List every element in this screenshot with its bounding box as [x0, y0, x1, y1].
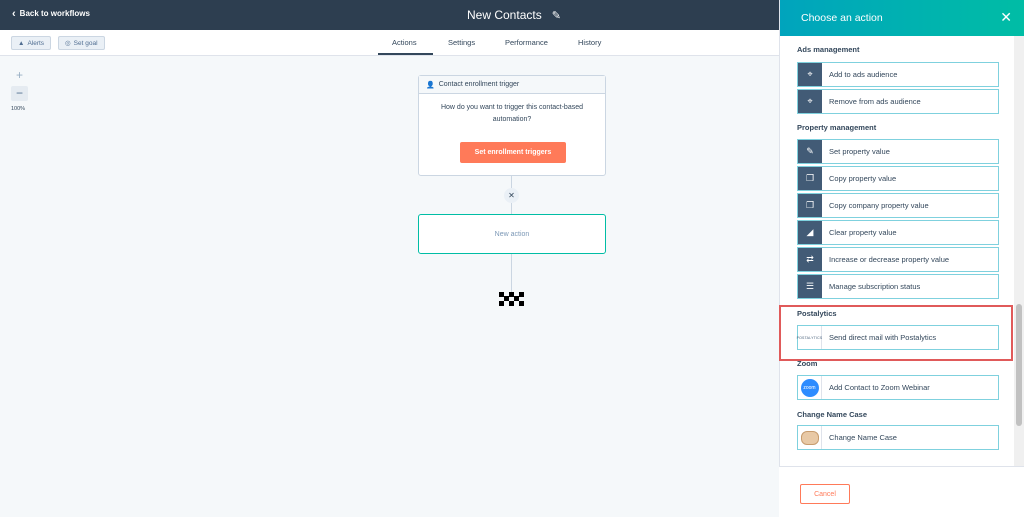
section-title-ads-management: Ads management [797, 45, 860, 54]
action-increase-decrease-property-value[interactable]: ⇄ Increase or decrease property value [797, 247, 999, 272]
delete-step-icon[interactable]: ✕ [504, 188, 519, 203]
alerts-button[interactable]: ▲ Alerts [11, 36, 52, 50]
panel-header: Choose an action ✕ [780, 0, 1024, 36]
panel-footer: Cancel [779, 466, 1024, 517]
section-title-postalytics: Postalytics [797, 309, 837, 318]
action-label: Add Contact to Zoom Webinar [829, 383, 930, 392]
edit-icon: ✎ [798, 140, 822, 163]
action-label: Copy property value [829, 174, 897, 183]
tab-settings[interactable]: Settings [448, 38, 475, 47]
new-action-card[interactable]: New action [418, 214, 606, 254]
choose-action-panel: Choose an action ✕ Ads management ⌖ Add … [779, 0, 1024, 517]
new-action-label: New action [494, 230, 530, 238]
cancel-button[interactable]: Cancel [800, 484, 850, 504]
scrollbar-thumb[interactable] [1016, 304, 1022, 426]
action-copy-company-property-value[interactable]: ❐ Copy company property value [797, 193, 999, 218]
action-label: Change Name Case [829, 433, 897, 442]
chevron-left-icon: ‹ [12, 7, 16, 20]
zoom-level: 100% [11, 106, 26, 112]
back-to-workflows-link[interactable]: ‹ Back to workflows [12, 7, 90, 20]
swap-arrows-icon: ⇄ [798, 248, 822, 271]
action-copy-property-value[interactable]: ❐ Copy property value [797, 166, 999, 191]
brain-icon [798, 426, 822, 449]
section-title-property-management: Property management [797, 123, 877, 132]
crosshair-icon: ⌖ [798, 63, 822, 86]
action-manage-subscription-status[interactable]: ☰ Manage subscription status [797, 274, 999, 299]
panel-scrollbar[interactable] [1014, 36, 1024, 466]
action-set-property-value[interactable]: ✎ Set property value [797, 139, 999, 164]
action-add-to-ads-audience[interactable]: ⌖ Add to ads audience [797, 62, 999, 87]
tab-history[interactable]: History [578, 38, 601, 47]
action-label: Set property value [829, 147, 890, 156]
list-icon: ☰ [798, 275, 822, 298]
set-enrollment-triggers-button[interactable]: Set enrollment triggers [460, 142, 566, 163]
top-bar: ‹ Back to workflows New Contacts ✎ [0, 0, 779, 30]
action-label: Send direct mail with Postalytics [829, 333, 937, 342]
zoom-logo-text: zoom [800, 378, 819, 397]
tab-performance[interactable]: Performance [505, 38, 548, 47]
contact-icon: 👤 [426, 81, 435, 89]
zoom-out-button[interactable]: − [11, 86, 28, 101]
eraser-icon: ◢ [798, 221, 822, 244]
pencil-icon[interactable]: ✎ [552, 9, 561, 22]
action-label: Increase or decrease property value [829, 255, 950, 264]
warning-icon: ▲ [18, 39, 25, 47]
section-title-zoom: Zoom [797, 359, 818, 368]
workflow-title-text: New Contacts [467, 8, 542, 22]
action-add-contact-zoom-webinar[interactable]: zoom Add Contact to Zoom Webinar [797, 375, 999, 400]
connector-line [511, 254, 512, 292]
enrollment-trigger-card[interactable]: 👤 Contact enrollment trigger How do you … [418, 75, 606, 176]
set-goal-label: Set goal [73, 39, 98, 47]
copy-icon: ❐ [798, 194, 822, 217]
action-label: Copy company property value [829, 201, 929, 210]
finish-flag-icon [499, 292, 525, 306]
target-icon: ◎ [65, 40, 71, 47]
panel-body: Ads management ⌖ Add to ads audience ⌖ R… [780, 36, 1015, 466]
zoom-in-button[interactable]: + [11, 68, 28, 83]
connector-line [511, 203, 512, 214]
workflow-title[interactable]: New Contacts ✎ [467, 8, 561, 22]
action-change-name-case[interactable]: Change Name Case [797, 425, 999, 450]
panel-title: Choose an action [801, 12, 883, 24]
postalytics-logo-text: POSTALYTICS [796, 335, 823, 340]
action-label: Remove from ads audience [829, 97, 921, 106]
action-label: Add to ads audience [829, 70, 898, 79]
postalytics-logo-icon: POSTALYTICS [796, 326, 823, 349]
action-remove-from-ads-audience[interactable]: ⌖ Remove from ads audience [797, 89, 999, 114]
back-link-label: Back to workflows [19, 9, 90, 18]
alerts-label: Alerts [27, 39, 45, 47]
action-label: Manage subscription status [829, 282, 921, 291]
trigger-title: Contact enrollment trigger [438, 81, 520, 88]
set-goal-button[interactable]: ◎ Set goal [58, 36, 105, 50]
tab-actions[interactable]: Actions [392, 38, 417, 47]
action-clear-property-value[interactable]: ◢ Clear property value [797, 220, 999, 245]
close-icon[interactable]: ✕ [1000, 9, 1012, 26]
copy-icon: ❐ [798, 167, 822, 190]
action-send-direct-mail-postalytics[interactable]: POSTALYTICS Send direct mail with Postal… [797, 325, 999, 350]
crosshair-icon: ⌖ [798, 90, 822, 113]
action-label: Clear property value [829, 228, 897, 237]
zoom-logo-icon: zoom [798, 376, 822, 399]
trigger-card-header: 👤 Contact enrollment trigger [419, 76, 605, 94]
active-tab-indicator [378, 53, 433, 55]
section-title-change-name-case: Change Name Case [797, 410, 868, 419]
connector-line [511, 176, 512, 188]
trigger-question: How do you want to trigger this contact-… [440, 104, 584, 123]
